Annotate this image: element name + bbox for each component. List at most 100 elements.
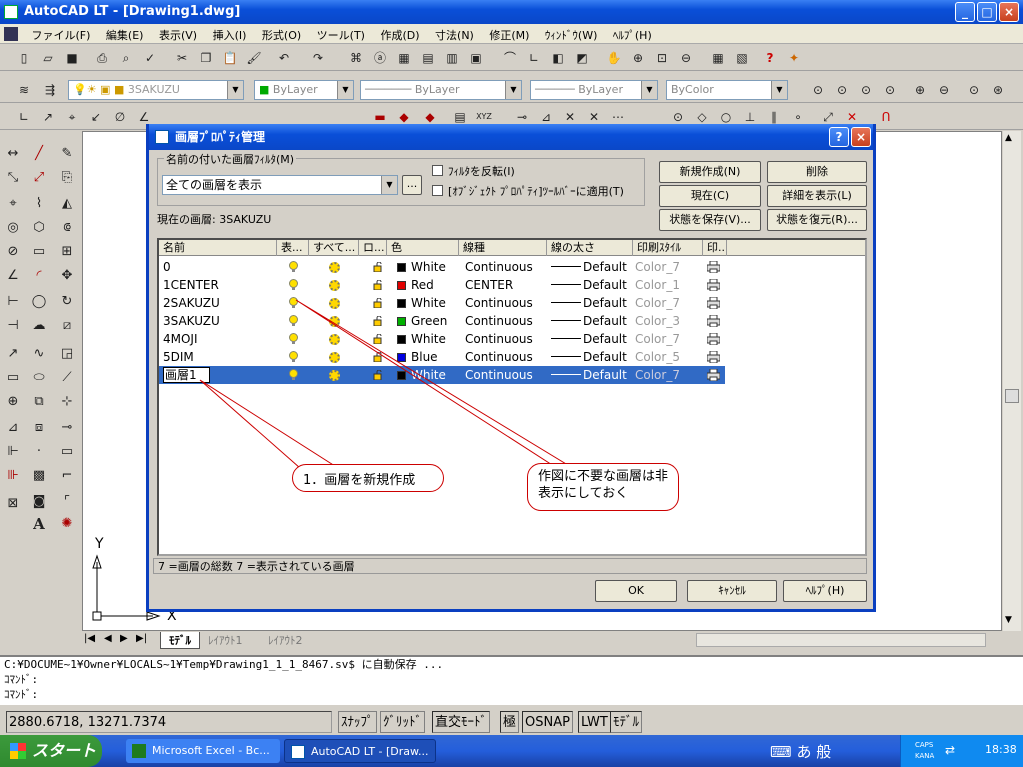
spell-check-icon[interactable]: ✓ bbox=[140, 48, 160, 68]
insert-block-icon[interactable]: ⧉ bbox=[28, 391, 50, 413]
printer-icon[interactable] bbox=[707, 297, 720, 309]
diameter-dim-icon[interactable]: ⊘ bbox=[2, 241, 24, 263]
layer-row[interactable]: 3SAKUZU Green Continuous Default Color_3 bbox=[159, 312, 725, 330]
bulb-on-icon[interactable] bbox=[289, 279, 298, 291]
menu-draw[interactable]: 作成(D) bbox=[374, 24, 425, 46]
clock[interactable]: 18:38 bbox=[985, 743, 1017, 756]
chamfer-icon[interactable]: ⌐ bbox=[56, 465, 78, 487]
bulb-on-icon[interactable] bbox=[289, 297, 298, 309]
mirror-icon[interactable]: ◭ bbox=[56, 193, 78, 215]
extend-icon[interactable]: ⊸ bbox=[56, 417, 78, 439]
unlock-icon[interactable] bbox=[373, 334, 383, 344]
vertical-scrollbar[interactable]: ▲ ▼ bbox=[1003, 131, 1021, 631]
array-icon[interactable]: ⊞ bbox=[56, 241, 78, 263]
ordinate-dim-icon[interactable]: ⌖ bbox=[62, 107, 82, 127]
move-icon[interactable]: ✥ bbox=[56, 265, 78, 287]
aligned-dim-icon[interactable]: ↗ bbox=[38, 107, 58, 127]
rotate-icon[interactable]: ↻ bbox=[56, 291, 78, 313]
dialog-close-icon[interactable]: × bbox=[851, 127, 871, 147]
ucs-icon[interactable]: ∟ bbox=[524, 48, 544, 68]
angular-dim-icon[interactable]: ∠ bbox=[2, 265, 24, 287]
sun-thawed-icon[interactable] bbox=[329, 370, 340, 381]
zoom-realtime-icon[interactable]: ⊕ bbox=[628, 48, 648, 68]
undo-icon[interactable]: ↶ bbox=[274, 48, 294, 68]
diameter-dim-icon[interactable]: ∅ bbox=[110, 107, 130, 127]
line-icon[interactable]: ╱ bbox=[28, 143, 50, 165]
hyperlink-icon[interactable]: ⌘ bbox=[346, 48, 366, 68]
zoom-all-icon[interactable]: ⊙ bbox=[964, 80, 984, 100]
ime-indicator[interactable]: ⌨ あ 般 bbox=[770, 741, 831, 762]
unlock-icon[interactable] bbox=[373, 352, 383, 362]
grid-toggle[interactable]: ｸﾞﾘｯﾄﾞ bbox=[380, 711, 425, 733]
color-swatch[interactable] bbox=[397, 263, 406, 272]
copy-object-icon[interactable]: ⎘ bbox=[56, 167, 78, 189]
calc-icon[interactable]: ▣ bbox=[466, 48, 486, 68]
cut-icon[interactable]: ✂ bbox=[172, 48, 192, 68]
zoom-scale-icon[interactable]: ⊙ bbox=[856, 80, 876, 100]
cancel-button[interactable]: ｷｬﾝｾﾙ bbox=[687, 580, 777, 602]
osnap-toggle[interactable]: OSNAP bbox=[522, 711, 573, 733]
layer-color-name[interactable]: Red bbox=[411, 276, 434, 294]
zoom-out-icon[interactable]: ⊖ bbox=[934, 80, 954, 100]
layer-name[interactable]: 4MOJI bbox=[163, 330, 198, 348]
col-plotstyle[interactable]: 印刷ｽﾀｲﾙ bbox=[633, 240, 703, 256]
zoom-window-icon[interactable]: ⊡ bbox=[652, 48, 672, 68]
layer-color-name[interactable]: Blue bbox=[411, 348, 438, 366]
arc-icon[interactable]: ◜ bbox=[28, 265, 50, 287]
color-swatch[interactable] bbox=[397, 335, 406, 344]
linear-dim-icon[interactable]: ∟ bbox=[14, 107, 34, 127]
network-icon[interactable]: ⇄ bbox=[945, 743, 955, 757]
layer-color-name[interactable]: White bbox=[411, 366, 446, 384]
printer-icon[interactable] bbox=[707, 333, 720, 345]
apply-toolbar-checkbox[interactable] bbox=[432, 185, 443, 196]
menu-view[interactable]: 表示(V) bbox=[153, 24, 203, 46]
menu-edit[interactable]: 編集(E) bbox=[100, 24, 150, 46]
redo-icon[interactable]: ↷ bbox=[308, 48, 328, 68]
printer-icon[interactable] bbox=[707, 351, 720, 363]
bulb-on-icon[interactable] bbox=[289, 315, 298, 327]
fillet-icon[interactable]: ⌜ bbox=[56, 491, 78, 513]
properties-icon[interactable]: ▤ bbox=[418, 48, 438, 68]
layer-list[interactable]: 名前 表... すべて... ロ... 色 線種 線の太さ 印刷ｽﾀｲﾙ 印..… bbox=[157, 238, 867, 556]
autocad-app-icon[interactable] bbox=[4, 5, 18, 19]
dim-text-edit-icon[interactable]: ⊩ bbox=[2, 441, 24, 463]
ortho-toggle[interactable]: 直交ﾓｰﾄﾞ bbox=[432, 711, 491, 733]
unlock-icon[interactable] bbox=[373, 280, 383, 290]
linetype-combo[interactable]: ─────── ByLayer ▼ bbox=[360, 80, 522, 100]
help-icon[interactable]: ? bbox=[760, 48, 780, 68]
delete-layer-button[interactable]: 削除 bbox=[767, 161, 867, 183]
layer-color-name[interactable]: White bbox=[411, 330, 446, 348]
polyline-icon[interactable]: ⌇ bbox=[28, 193, 50, 215]
save-icon[interactable]: ■ bbox=[62, 48, 82, 68]
chevron-down-icon[interactable]: ▼ bbox=[381, 176, 397, 194]
break-icon[interactable]: ▭ bbox=[56, 441, 78, 463]
zoom-dynamic-icon[interactable]: ⊙ bbox=[832, 80, 852, 100]
bulb-on-icon[interactable] bbox=[289, 261, 298, 273]
print-preview-icon[interactable]: ⌕ bbox=[116, 48, 136, 68]
ordinate-dim-icon[interactable]: ⌖ bbox=[2, 193, 24, 215]
command-window[interactable]: C:¥DOCUME~1¥Owner¥LOCALS~1¥Temp¥Drawing1… bbox=[0, 655, 1023, 705]
help-button[interactable]: ﾍﾙﾌﾟ(H) bbox=[783, 580, 867, 602]
layer-linetype[interactable]: Continuous bbox=[465, 294, 533, 312]
scroll-up-icon[interactable]: ▲ bbox=[1005, 133, 1012, 143]
col-color[interactable]: 色 bbox=[387, 240, 459, 256]
bulb-on-icon[interactable] bbox=[289, 369, 298, 381]
layer-combo[interactable]: 💡☀ ▣ ■ 3SAKUZU ▼ bbox=[68, 80, 244, 100]
chevron-down-icon[interactable]: ▼ bbox=[227, 81, 243, 99]
rectangle-icon[interactable]: ▭ bbox=[28, 241, 50, 263]
minimize-button[interactable]: _ bbox=[955, 2, 975, 22]
menu-insert[interactable]: 挿入(I) bbox=[207, 24, 253, 46]
taskbar-excel[interactable]: Microsoft Excel - Bc... bbox=[126, 739, 280, 763]
invert-filter-checkbox[interactable] bbox=[432, 165, 443, 176]
leader-icon[interactable]: ↗ bbox=[2, 343, 24, 365]
menu-modify[interactable]: 修正(M) bbox=[483, 24, 535, 46]
layer-linetype[interactable]: Continuous bbox=[465, 348, 533, 366]
tool-palette-icon[interactable]: ▥ bbox=[442, 48, 462, 68]
layer-manager-icon[interactable]: ≋ bbox=[14, 80, 34, 100]
dim-style-icon[interactable]: ⊠ bbox=[2, 493, 24, 515]
lwt-toggle[interactable]: LWT bbox=[578, 711, 611, 733]
region-icon[interactable]: ◙ bbox=[28, 491, 50, 513]
horizontal-scrollbar[interactable] bbox=[696, 633, 986, 647]
chevron-down-icon[interactable]: ▼ bbox=[505, 81, 521, 99]
ok-button[interactable]: OK bbox=[595, 580, 677, 602]
